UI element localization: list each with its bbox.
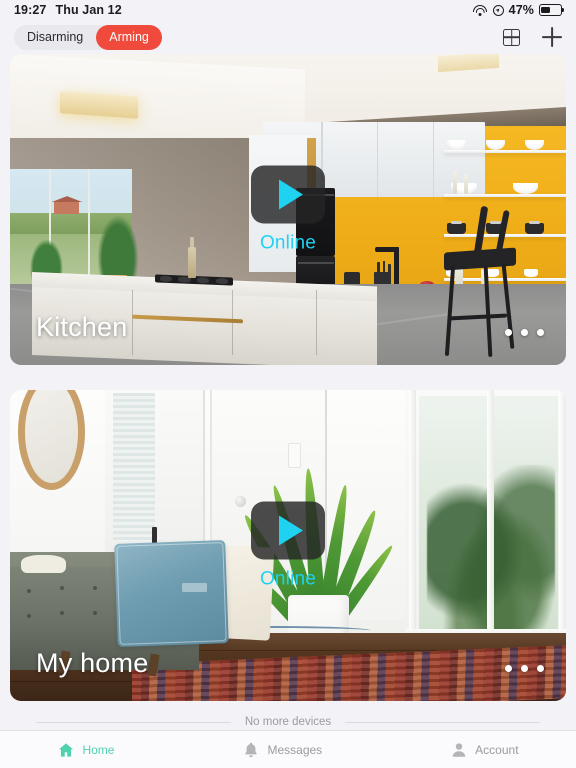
battery-icon xyxy=(539,4,562,16)
top-toolbar: Disarming Arming xyxy=(0,20,576,54)
plus-icon xyxy=(542,27,562,47)
no-more-devices-label: No more devices xyxy=(244,716,332,728)
play-icon xyxy=(251,501,325,559)
add-device-button[interactable] xyxy=(542,27,562,47)
device-status-kitchen: Online xyxy=(259,232,317,253)
device-more-my-home[interactable] xyxy=(505,665,544,672)
list-footer: No more devices xyxy=(10,716,566,728)
tab-home[interactable]: Home xyxy=(57,741,114,759)
grid-view-button[interactable] xyxy=(503,28,520,46)
status-bar: 19:27 Thu Jan 12 47% xyxy=(0,0,576,20)
play-icon xyxy=(251,165,325,223)
grid-view-icon xyxy=(503,28,520,46)
tab-home-label: Home xyxy=(82,742,115,757)
device-list: Online Kitchen Online My home No more de… xyxy=(0,54,576,728)
tab-account[interactable]: Account xyxy=(450,741,519,759)
segment-disarming[interactable]: Disarming xyxy=(14,25,96,50)
play-button-my-home[interactable]: Online xyxy=(251,501,325,590)
location-services-icon xyxy=(492,4,504,16)
person-icon xyxy=(450,741,468,759)
device-more-kitchen[interactable] xyxy=(505,329,544,336)
battery-percent-label: 47% xyxy=(508,3,534,17)
play-button-kitchen[interactable]: Online xyxy=(251,165,325,254)
device-card-my-home[interactable]: Online My home xyxy=(10,390,566,701)
tab-messages[interactable]: Messages xyxy=(242,741,322,759)
status-bar-time: 19:27 xyxy=(14,3,47,17)
device-title-my-home: My home xyxy=(36,648,149,678)
wifi-icon xyxy=(473,5,488,16)
divider-right xyxy=(345,721,541,723)
status-bar-right: 47% xyxy=(473,3,562,17)
status-bar-left: 19:27 Thu Jan 12 xyxy=(14,3,122,17)
bell-icon xyxy=(242,741,260,759)
toolbar-actions xyxy=(503,27,562,47)
bottom-tab-bar: Home Messages Account xyxy=(0,730,576,768)
divider-left xyxy=(36,721,231,723)
device-title-kitchen: Kitchen xyxy=(36,312,128,342)
segment-arming[interactable]: Arming xyxy=(96,24,162,50)
tab-messages-label: Messages xyxy=(267,742,323,757)
status-bar-date: Thu Jan 12 xyxy=(55,3,122,17)
tab-account-label: Account xyxy=(475,742,519,757)
device-status-my-home: Online xyxy=(259,568,317,589)
home-icon xyxy=(57,741,75,759)
arm-state-segmented-control[interactable]: Disarming Arming xyxy=(14,24,162,50)
device-card-kitchen[interactable]: Online Kitchen xyxy=(10,54,566,365)
